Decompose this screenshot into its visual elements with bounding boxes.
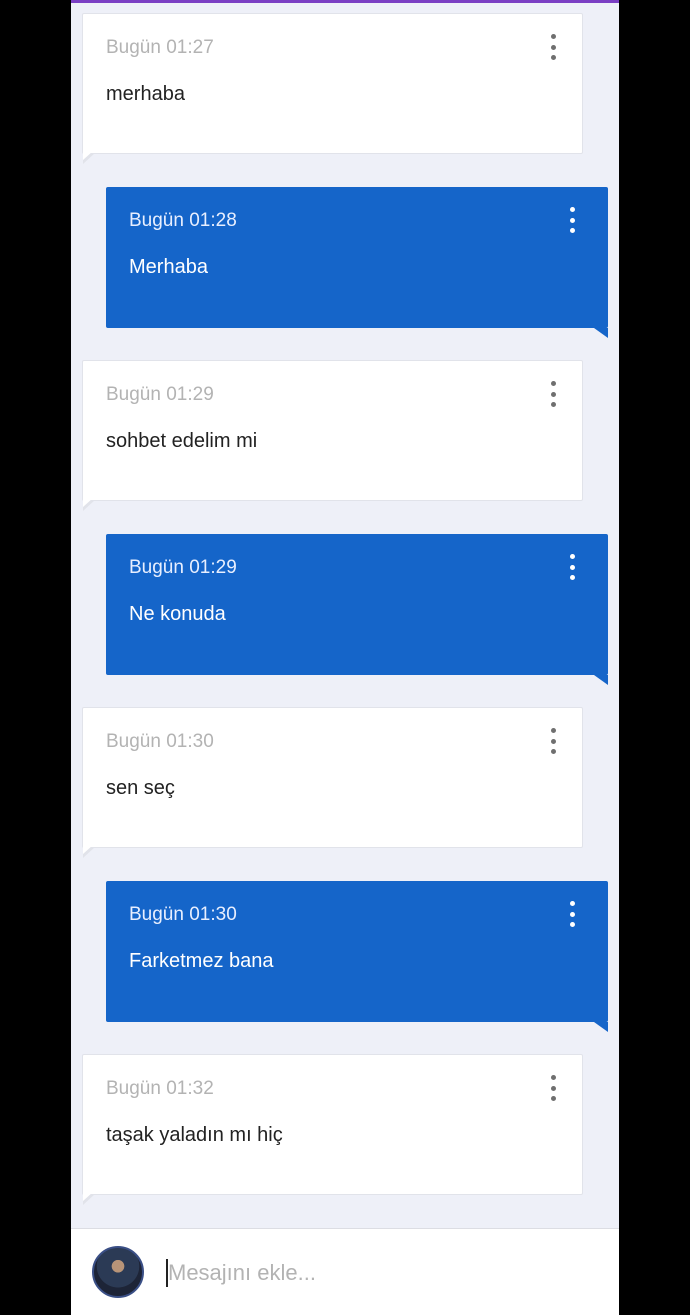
- bubble-tail: [594, 1022, 608, 1032]
- message-text: Ne konuda: [129, 603, 226, 625]
- more-vert-icon[interactable]: [546, 381, 560, 407]
- message-input[interactable]: [168, 1255, 588, 1291]
- message-text: sohbet edelim mi: [106, 430, 258, 452]
- message-time: Bugün 01:29: [129, 557, 237, 578]
- top-accent-bar: [71, 0, 619, 3]
- bubble-tail: [83, 151, 95, 164]
- bubble-tail: [83, 498, 95, 511]
- message-time: Bugün 01:27: [106, 37, 214, 58]
- message-incoming: Bugün 01:30 sen seç: [82, 707, 583, 858]
- bubble-tail: [83, 1192, 95, 1205]
- message-incoming: Bugün 01:27 merhaba: [82, 13, 583, 164]
- message-incoming: Bugün 01:29 sohbet edelim mi: [82, 360, 583, 511]
- message-time: Bugün 01:29: [106, 384, 214, 405]
- more-vert-icon[interactable]: [546, 34, 560, 60]
- message-outgoing: Bugün 01:28 Merhaba: [106, 187, 608, 338]
- bubble-tail: [594, 675, 608, 685]
- message-text: merhaba: [106, 83, 185, 105]
- more-vert-icon[interactable]: [565, 554, 579, 580]
- message-time: Bugün 01:28: [129, 210, 237, 231]
- more-vert-icon[interactable]: [565, 207, 579, 233]
- more-vert-icon[interactable]: [565, 901, 579, 927]
- message-outgoing: Bugün 01:29 Ne konuda: [106, 534, 608, 685]
- message-text: taşak yaladın mı hiç: [106, 1124, 283, 1146]
- bubble-tail: [83, 845, 95, 858]
- chat-screen: Bugün 01:27 merhaba Bugün 01:28 Merhaba …: [71, 0, 619, 1315]
- bubble-tail: [594, 328, 608, 338]
- message-text: Farketmez bana: [129, 950, 274, 972]
- message-text: sen seç: [106, 777, 175, 799]
- message-composer: [71, 1228, 619, 1315]
- more-vert-icon[interactable]: [546, 1075, 560, 1101]
- more-vert-icon[interactable]: [546, 728, 560, 754]
- message-text: Merhaba: [129, 256, 208, 278]
- message-time: Bugün 01:30: [129, 904, 237, 925]
- message-outgoing: Bugün 01:30 Farketmez bana: [106, 881, 608, 1032]
- message-time: Bugün 01:32: [106, 1078, 214, 1099]
- user-avatar[interactable]: [92, 1246, 144, 1298]
- message-incoming: Bugün 01:32 taşak yaladın mı hiç: [82, 1054, 583, 1205]
- message-time: Bugün 01:30: [106, 731, 214, 752]
